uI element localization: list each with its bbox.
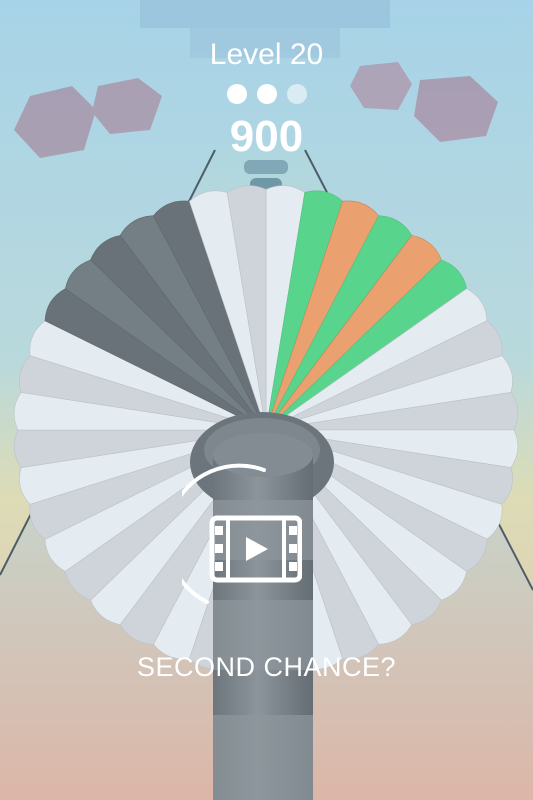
level-title: Level 20 xyxy=(209,38,324,71)
progress-dot xyxy=(256,84,277,104)
stage-progress xyxy=(0,84,533,106)
watch-video-button[interactable] xyxy=(165,462,303,612)
score-counter: 900 xyxy=(229,112,304,161)
progress-dot xyxy=(286,84,307,104)
video-play-icon xyxy=(209,515,303,583)
second-chance-prompt: SECOND CHANCE? xyxy=(136,652,397,682)
progress-dot xyxy=(226,84,247,104)
